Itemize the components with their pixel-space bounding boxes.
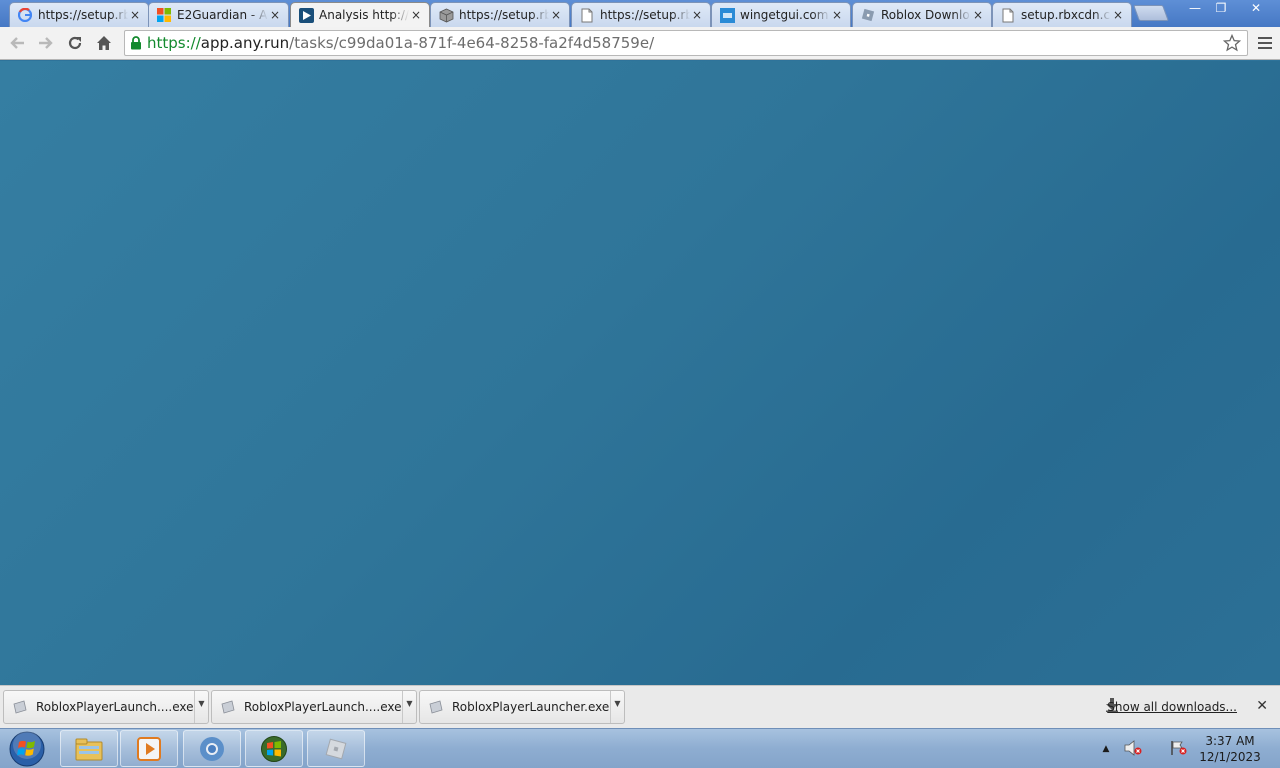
volume-muted-icon[interactable] [1124,739,1142,759]
tab-title: E2Guardian - Access Denied [177,8,268,22]
url-path: /tasks/c99da01a-871f-4e64-8258-fa2f4d587… [289,34,655,52]
back-button[interactable] [6,33,28,53]
tab-title: Analysis http://setup [319,8,409,22]
forward-arrow-icon [39,37,53,49]
tab-close-icon[interactable]: × [128,8,142,22]
url-text: https://app.any.run/tasks/c99da01a-871f-… [147,34,654,52]
document-icon [1000,7,1016,23]
home-button[interactable] [93,33,115,53]
windows-taskbar: ▲ 3:37 AM 12/1/2023 [0,728,1280,768]
tab-title: https://setup.rbxcdn.com [600,8,690,22]
tab-close-icon[interactable]: × [971,8,985,22]
tab-6[interactable]: wingetgui.com × [711,2,851,27]
google-g-icon [17,7,33,23]
download-menu-arrow-icon[interactable]: ▼ [402,691,416,723]
tab-4[interactable]: https://setup.rbxcdn.com × [430,2,570,27]
clock-time: 3:37 AM [1205,734,1255,748]
page-content [0,61,1280,685]
show-hidden-icons-button[interactable]: ▲ [1098,744,1114,754]
maximize-button[interactable]: ❐ [1208,0,1234,18]
tab-close-icon[interactable]: × [830,8,844,22]
chrome-icon [200,736,224,761]
roblox-icon [860,7,876,23]
taskbar-windows-app[interactable] [245,730,303,767]
roblox-icon [325,738,347,759]
download-menu-arrow-icon[interactable]: ▼ [194,691,208,723]
url-host: app.any.run [200,34,290,52]
windows-flag-icon [261,735,287,762]
file-icon [212,700,244,714]
taskbar-explorer[interactable] [60,730,118,767]
download-item[interactable]: RobloxPlayerLaunch....exe ▼ [3,690,209,724]
download-filename: RobloxPlayerLaunch....exe [36,700,194,714]
document-icon [579,7,595,23]
tab-8[interactable]: setup.rbxcdn.com × [992,2,1132,27]
file-icon [4,700,36,714]
browser-toolbar: https://app.any.run/tasks/c99da01a-871f-… [0,27,1280,60]
taskbar-roblox[interactable] [307,730,365,767]
download-filename: RobloxPlayerLaunch....exe [244,700,402,714]
tab-1[interactable]: https://setup.rbxcdn.com × [9,2,149,27]
tab-close-icon[interactable]: × [690,8,704,22]
minimize-button[interactable]: — [1182,0,1208,18]
taskbar-chrome[interactable] [183,730,241,767]
close-window-button[interactable]: ✕ [1234,0,1278,18]
gui-icon [719,7,735,23]
tab-title: setup.rbxcdn.com [1021,8,1111,22]
reload-icon [68,36,82,50]
bookmark-star-icon[interactable] [1222,33,1242,55]
file-icon [420,700,452,714]
reload-button[interactable] [64,33,86,53]
tab-7[interactable]: Roblox Downloads × [852,2,992,27]
anyrun-play-icon [298,7,314,23]
window-controls: — ❐ ✕ [1182,0,1278,18]
windows-explorer-icon [75,738,103,760]
show-all-downloads-link[interactable]: Show all downloads... [1107,700,1237,714]
media-player-icon [137,736,161,761]
download-item[interactable]: RobloxPlayerLaunch....exe ▼ [211,690,417,724]
download-filename: RobloxPlayerLauncher.exe [452,700,610,714]
url-scheme: https:// [147,34,201,52]
tab-close-icon[interactable]: × [268,8,282,22]
windows-orb-icon [9,731,45,767]
tab-2[interactable]: E2Guardian - Access Denied × [148,2,289,27]
windows-flag-icon [156,7,172,23]
close-shelf-icon[interactable]: ✕ [1256,698,1268,714]
lock-icon [125,36,147,50]
tab-title: https://setup.rbxcdn.com [459,8,549,22]
new-tab-button[interactable] [1133,5,1169,21]
download-item[interactable]: RobloxPlayerLauncher.exe ▼ [419,690,625,724]
package-icon [438,7,454,23]
tab-title: Roblox Downloads [881,8,971,22]
start-button[interactable] [4,730,50,768]
tab-5[interactable]: https://setup.rbxcdn.com × [571,2,711,27]
home-icon [97,36,111,50]
taskbar-media-player[interactable] [120,730,178,767]
download-shelf: RobloxPlayerLaunch....exe ▼ RobloxPlayer… [0,685,1280,728]
system-tray: ▲ [1098,729,1188,768]
back-arrow-icon [10,37,24,49]
tab-title: https://setup.rbxcdn.com [38,8,128,22]
tab-close-icon[interactable]: × [1111,8,1125,22]
tab-3[interactable]: Analysis http://setup × [290,2,430,27]
download-menu-arrow-icon[interactable]: ▼ [610,691,624,723]
clock-date: 12/1/2023 [1199,750,1261,764]
tab-close-icon[interactable]: × [409,8,423,22]
action-center-flag-icon[interactable] [1170,740,1188,759]
tab-close-icon[interactable]: × [549,8,563,22]
tab-strip: https://setup.rbxcdn.com × E2Guardian - … [0,0,1280,27]
tab-title: wingetgui.com [740,8,829,22]
system-clock[interactable]: 3:37 AM 12/1/2023 [1196,733,1264,765]
chrome-menu-icon[interactable] [1256,34,1274,52]
forward-button[interactable] [35,33,57,53]
address-bar[interactable]: https://app.any.run/tasks/c99da01a-871f-… [124,30,1248,56]
